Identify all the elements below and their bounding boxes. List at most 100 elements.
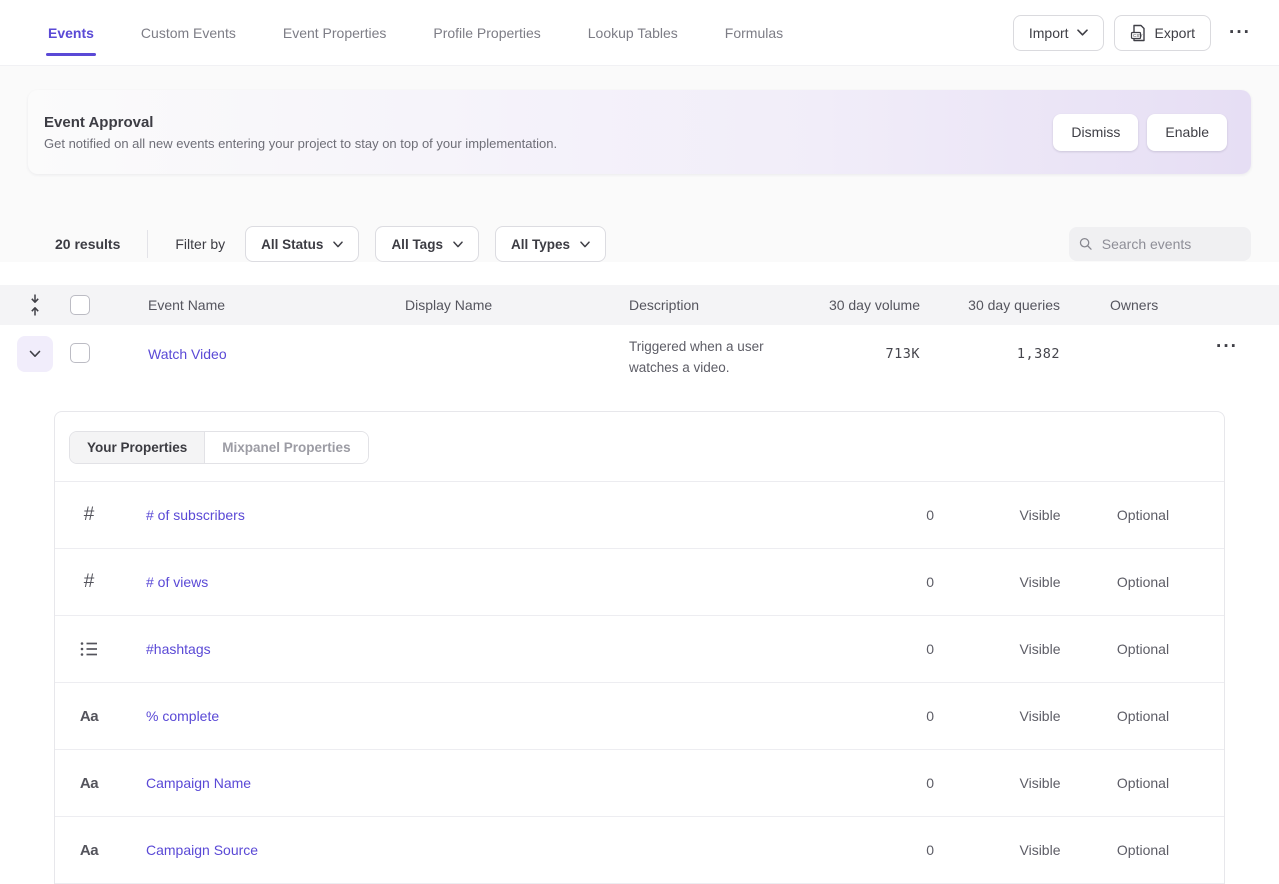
property-visibility: Visible xyxy=(989,641,1091,657)
divider xyxy=(147,230,148,258)
import-button[interactable]: Import xyxy=(1013,15,1104,51)
nav-tab-label: Custom Events xyxy=(141,25,236,41)
svg-text:CSV: CSV xyxy=(1133,33,1143,38)
filter-dropdown[interactable]: All Types xyxy=(495,226,606,262)
property-visibility: Visible xyxy=(989,842,1091,858)
nav-tab-label: Formulas xyxy=(725,25,783,41)
event-30-day-volume: 713K xyxy=(800,336,920,372)
banner-actions: Dismiss Enable xyxy=(1053,114,1227,151)
property-visibility: Visible xyxy=(989,507,1091,523)
property-requirement: Optional xyxy=(1091,641,1195,657)
chevron-down-icon xyxy=(580,241,590,248)
event-name-link[interactable]: Watch Video xyxy=(148,346,227,362)
property-requirement: Optional xyxy=(1091,708,1195,724)
property-name-link[interactable]: #hashtags xyxy=(146,641,829,657)
search-input[interactable] xyxy=(1102,236,1241,252)
results-count: 20 results xyxy=(55,236,120,252)
property-requirement: Optional xyxy=(1091,574,1195,590)
property-type-icon xyxy=(69,641,109,657)
property-row: # # of views 0 Visible Optional xyxy=(55,549,1224,616)
list-type-icon xyxy=(80,641,99,657)
search-box xyxy=(1069,227,1251,261)
csv-file-icon: CSV xyxy=(1130,24,1147,42)
property-requirement: Optional xyxy=(1091,775,1195,791)
property-visibility: Visible xyxy=(989,775,1091,791)
property-type-icon: Aa xyxy=(69,708,109,725)
nav-actions: Import CSV Export ··· xyxy=(1013,15,1259,51)
chevron-down-icon xyxy=(29,350,41,358)
column-30-day-volume: 30 day volume xyxy=(800,297,920,313)
properties-tab-label: Your Properties xyxy=(87,440,187,455)
nav-tab[interactable]: Lookup Tables xyxy=(588,0,678,65)
property-count: 0 xyxy=(829,708,989,724)
type-glyph: Aa xyxy=(80,842,98,859)
enable-button[interactable]: Enable xyxy=(1147,114,1227,151)
property-requirement: Optional xyxy=(1091,842,1195,858)
nav-tab[interactable]: Formulas xyxy=(725,0,783,65)
row-checkbox[interactable] xyxy=(70,343,90,363)
property-requirement: Optional xyxy=(1091,507,1195,523)
top-navigation: Events Custom Events Event Properties Pr… xyxy=(0,0,1279,66)
banner-title: Event Approval xyxy=(44,114,557,131)
column-display-name: Display Name xyxy=(367,297,591,313)
type-glyph: # xyxy=(84,504,95,526)
properties-segmented-tabs: Your Properties Mixpanel Properties xyxy=(69,431,369,464)
property-name-link[interactable]: # of subscribers xyxy=(146,507,829,523)
nav-tab[interactable]: Events xyxy=(48,0,94,65)
column-event-name: Event Name xyxy=(110,297,367,313)
nav-tab[interactable]: Profile Properties xyxy=(433,0,540,65)
property-count: 0 xyxy=(829,641,989,657)
property-type-icon: Aa xyxy=(69,842,109,859)
row-overflow-icon[interactable]: ··· xyxy=(1208,336,1246,364)
type-glyph: # xyxy=(84,571,95,593)
search-icon xyxy=(1079,236,1093,252)
type-glyph: Aa xyxy=(80,708,98,725)
import-label: Import xyxy=(1029,25,1069,41)
export-label: Export xyxy=(1155,25,1195,41)
property-name-link[interactable]: # of views xyxy=(146,574,829,590)
column-description: Description xyxy=(591,297,800,313)
nav-tab-label: Lookup Tables xyxy=(588,25,678,41)
nav-tab[interactable]: Event Properties xyxy=(283,0,387,65)
overflow-menu-icon[interactable]: ··· xyxy=(1221,16,1259,50)
event-properties-panel: Your Properties Mixpanel Properties # xyxy=(54,411,1225,884)
chevron-down-icon xyxy=(453,241,463,248)
filter-bar: 20 results Filter by All Status All Tags… xyxy=(55,226,1251,262)
lexicon-tabs: Events Custom Events Event Properties Pr… xyxy=(48,0,783,65)
filter-dropdown-label: All Tags xyxy=(391,237,443,252)
dismiss-button[interactable]: Dismiss xyxy=(1053,114,1138,151)
column-owners: Owners xyxy=(1060,297,1155,313)
page-upper-section: Event Approval Get notified on all new e… xyxy=(0,66,1279,262)
filter-dropdown[interactable]: All Status xyxy=(245,226,359,262)
event-row-watch-video: Watch Video Triggered when a user watche… xyxy=(0,325,1279,411)
event-30-day-queries: 1,382 xyxy=(920,336,1060,372)
select-all-checkbox[interactable] xyxy=(70,295,90,315)
property-type-icon: Aa xyxy=(69,775,109,792)
property-visibility: Visible xyxy=(989,708,1091,724)
type-glyph: Aa xyxy=(80,775,98,792)
property-name-link[interactable]: Campaign Source xyxy=(146,842,829,858)
events-table-header: Event Name Display Name Description 30 d… xyxy=(0,285,1279,325)
property-type-icon: # xyxy=(69,504,109,526)
banner-description: Get notified on all new events entering … xyxy=(44,136,557,151)
properties-tab[interactable]: Mixpanel Properties xyxy=(205,432,367,463)
nav-tab-label: Event Properties xyxy=(283,25,387,41)
property-row: #hashtags 0 Visible Optional xyxy=(55,616,1224,683)
row-expander-button[interactable] xyxy=(17,336,53,372)
property-count: 0 xyxy=(829,842,989,858)
filter-dropdown-label: All Status xyxy=(261,237,323,252)
collapse-all-icon[interactable] xyxy=(28,293,42,317)
filter-dropdown[interactable]: All Tags xyxy=(375,226,479,262)
property-count: 0 xyxy=(829,507,989,523)
property-count: 0 xyxy=(829,775,989,791)
properties-tab[interactable]: Your Properties xyxy=(70,432,205,463)
property-name-link[interactable]: % complete xyxy=(146,708,829,724)
property-row: Aa % complete 0 Visible Optional xyxy=(55,683,1224,750)
property-name-link[interactable]: Campaign Name xyxy=(146,775,829,791)
property-type-icon: # xyxy=(69,571,109,593)
filter-dropdown-label: All Types xyxy=(511,237,570,252)
nav-tab-label: Profile Properties xyxy=(433,25,540,41)
export-button[interactable]: CSV Export xyxy=(1114,15,1211,51)
nav-tab[interactable]: Custom Events xyxy=(141,0,236,65)
event-approval-banner: Event Approval Get notified on all new e… xyxy=(28,90,1251,174)
